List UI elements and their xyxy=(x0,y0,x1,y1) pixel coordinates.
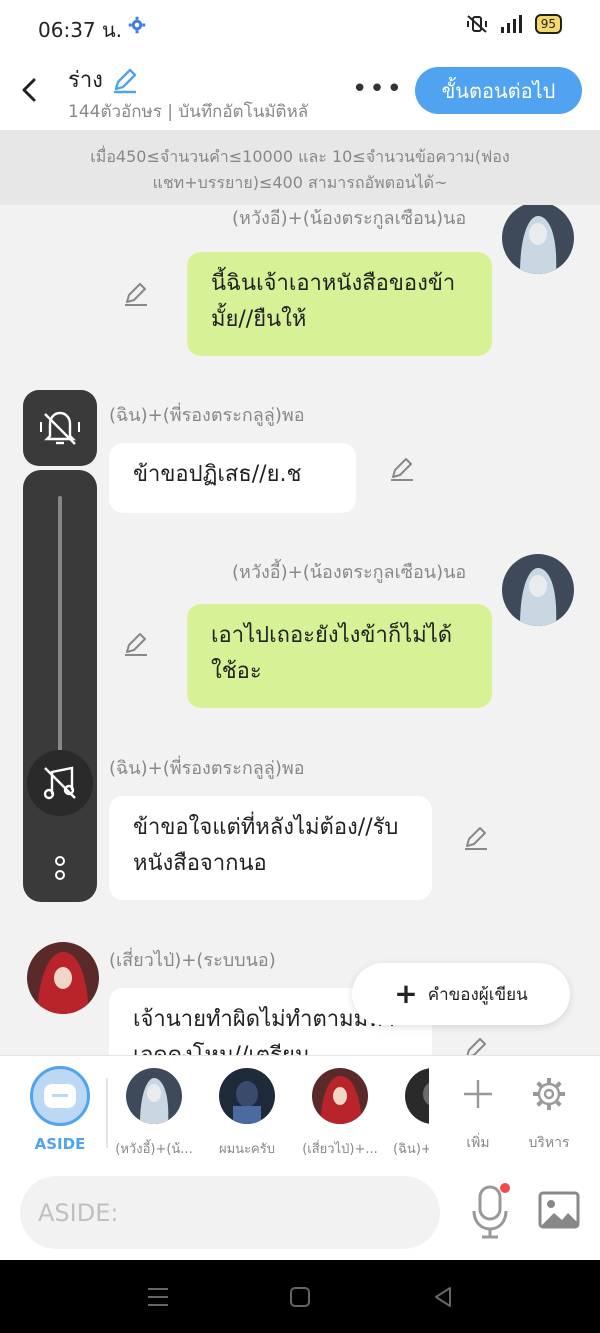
bell-off-icon xyxy=(40,411,80,445)
add-label: เพิ่ม xyxy=(466,1135,490,1151)
image-icon[interactable] xyxy=(538,1191,580,1229)
input-bar xyxy=(0,1165,600,1260)
author-note-button[interactable]: + คำของผู้เขียน xyxy=(352,963,570,1025)
character-item[interactable]: (ฉิน)+ xyxy=(385,1068,429,1159)
avatar[interactable] xyxy=(502,205,574,274)
volume-panel xyxy=(23,470,97,902)
character-bar: ASIDE (หวังอี้)+(น้... ผมนะครับ (เสี่ยวไ… xyxy=(0,1055,600,1165)
mute-vibrate-icon xyxy=(466,15,487,33)
menu-icon[interactable] xyxy=(145,1284,171,1310)
status-icons: 95 xyxy=(465,14,562,34)
signal-icon xyxy=(500,15,522,33)
settings-gear-icon xyxy=(128,16,146,34)
edit-message-icon[interactable] xyxy=(122,630,150,658)
aside-button[interactable] xyxy=(30,1066,90,1126)
gear-icon xyxy=(533,1078,565,1110)
publish-requirement-notice: เมื่อ450≤จำนวนคำ≤10000 และ 10≤จำนวนข้อคว… xyxy=(0,130,600,205)
back-icon[interactable] xyxy=(430,1284,456,1310)
manage-characters-button[interactable]: บริหาร xyxy=(514,1074,584,1154)
character-name: ผมนะครับ xyxy=(219,1142,275,1157)
ringer-mute-button[interactable] xyxy=(23,390,97,466)
manage-label: บริหาร xyxy=(528,1135,570,1151)
avatar[interactable] xyxy=(502,554,574,626)
aside-label: ASIDE xyxy=(34,1135,86,1153)
message-bubble[interactable]: นี้ฉินเจ้าเอาหนังสือของข้ามั้ย//ยืนให้ xyxy=(187,252,492,356)
status-time: 06:37 น. xyxy=(38,18,123,42)
avatar[interactable] xyxy=(27,942,99,1014)
character-name: (หวังอี้)+(น้... xyxy=(115,1142,193,1157)
page-title: ร่าง xyxy=(68,62,139,97)
edit-title-icon[interactable] xyxy=(111,66,139,94)
message-sender: (เสี่ยวไป่)+(ระบบนอ) xyxy=(109,950,276,971)
avatar xyxy=(405,1068,429,1124)
battery-icon: 95 xyxy=(534,14,562,34)
title-text: ร่าง xyxy=(68,68,103,93)
divider xyxy=(106,1078,108,1148)
plus-icon xyxy=(464,1080,492,1108)
character-name: (ฉิน)+ xyxy=(393,1142,429,1157)
status-bar: 06:37 น. 95 xyxy=(0,0,600,52)
more-options-icon[interactable]: ••• xyxy=(352,74,404,104)
author-note-label: คำของผู้เขียน xyxy=(427,984,528,1005)
message-bubble[interactable]: ข้าขอใจแต่ที่หลังไม่ต้อง//รับหนังสือจากน… xyxy=(109,796,432,900)
character-name: (เสี่ยวไป่)+... xyxy=(302,1142,378,1157)
message-sender: (หวังอี)+(น้องตระกูลเซือน)นอ xyxy=(232,208,467,229)
character-item[interactable]: ผมนะครับ xyxy=(202,1068,292,1159)
edit-message-icon[interactable] xyxy=(388,455,416,483)
message-icon xyxy=(44,1084,76,1108)
music-off-button[interactable] xyxy=(27,750,93,816)
message-sender: (ฉิน)+(พี่รองตระกลูลู่)พอ xyxy=(109,758,305,779)
add-character-button[interactable]: เพิ่ม xyxy=(443,1074,513,1154)
avatar xyxy=(126,1068,182,1124)
edit-message-icon[interactable] xyxy=(122,280,150,308)
header: ร่าง 144ตัวอักษร | บันทึกอัตโนมัติหลั ••… xyxy=(0,52,600,130)
message-bubble[interactable]: ข้าขอปฏิเสธ//ย.ช xyxy=(109,443,356,513)
plus-icon: + xyxy=(394,977,418,1010)
message-sender: (หวังอี้)+(น้องตระกูลเซือน)นอ xyxy=(232,562,467,583)
edit-message-icon[interactable] xyxy=(462,824,490,852)
next-step-button[interactable]: ขั้นตอนต่อไป xyxy=(415,67,582,114)
system-navigation-bar xyxy=(0,1260,600,1333)
avatar xyxy=(312,1068,368,1124)
notification-dot xyxy=(500,1183,510,1193)
message-bubble[interactable]: เอาไปเถอะยังไงข้าก็ไม่ได้ใช้อะ xyxy=(187,604,492,708)
word-count-autosave: 144ตัวอักษร | บันทึกอัตโนมัติหลั xyxy=(68,102,309,122)
message-input[interactable] xyxy=(20,1176,440,1249)
more-dots-icon[interactable] xyxy=(52,853,68,883)
home-icon[interactable] xyxy=(287,1284,313,1310)
character-item[interactable]: (เสี่ยวไป่)+... xyxy=(295,1068,385,1159)
edit-message-icon[interactable] xyxy=(462,1035,490,1055)
message-sender: (ฉิน)+(พี่รองตระกลูลู่)พอ xyxy=(109,405,305,426)
character-item[interactable]: (หวังอี้)+(น้... xyxy=(109,1068,199,1159)
back-arrow-icon[interactable] xyxy=(12,70,46,110)
volume-slider[interactable] xyxy=(58,496,62,761)
music-off-icon xyxy=(43,766,76,800)
avatar xyxy=(219,1068,275,1124)
